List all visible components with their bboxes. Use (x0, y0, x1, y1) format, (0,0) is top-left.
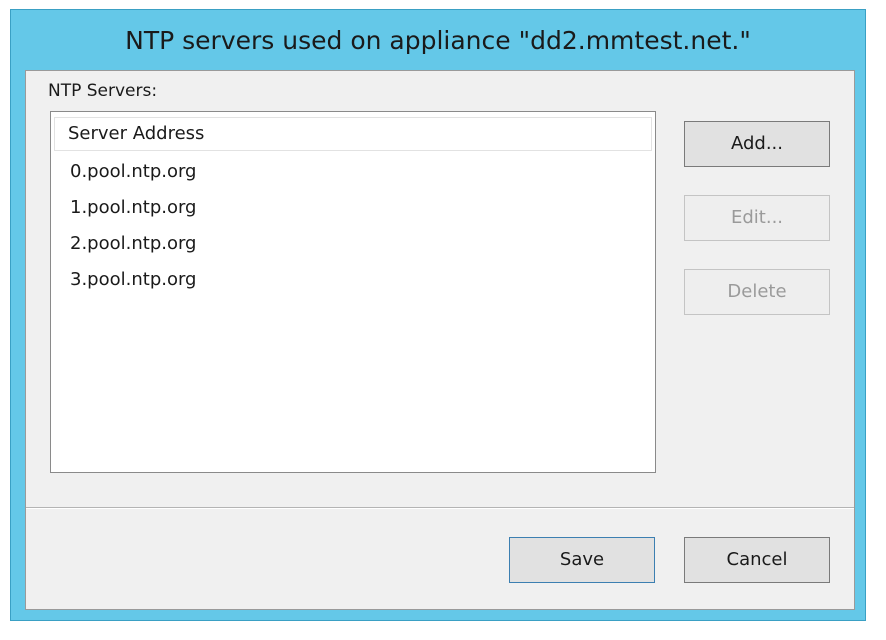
list-item[interactable]: 1.pool.ntp.org (70, 190, 196, 226)
dialog-window: NTP servers used on appliance "dd2.mmtes… (10, 9, 866, 621)
list-item[interactable]: 2.pool.ntp.org (70, 226, 196, 262)
delete-button[interactable]: Delete (684, 269, 830, 315)
dialog-client-area: NTP Servers: Server Address 0.pool.ntp.o… (25, 70, 855, 610)
list-item[interactable]: 3.pool.ntp.org (70, 262, 196, 298)
list-item[interactable]: 0.pool.ntp.org (70, 154, 196, 190)
add-button[interactable]: Add... (684, 121, 830, 167)
server-rows: 0.pool.ntp.org 1.pool.ntp.org 2.pool.ntp… (70, 154, 196, 298)
dialog-title: NTP servers used on appliance "dd2.mmtes… (125, 26, 751, 55)
ntp-servers-label: NTP Servers: (48, 81, 158, 101)
column-header-server-address[interactable]: Server Address (54, 117, 652, 151)
cancel-button[interactable]: Cancel (684, 537, 830, 583)
footer-separator (26, 507, 854, 509)
edit-button[interactable]: Edit... (684, 195, 830, 241)
ntp-server-list[interactable]: Server Address 0.pool.ntp.org 1.pool.ntp… (50, 111, 656, 473)
save-button[interactable]: Save (509, 537, 655, 583)
